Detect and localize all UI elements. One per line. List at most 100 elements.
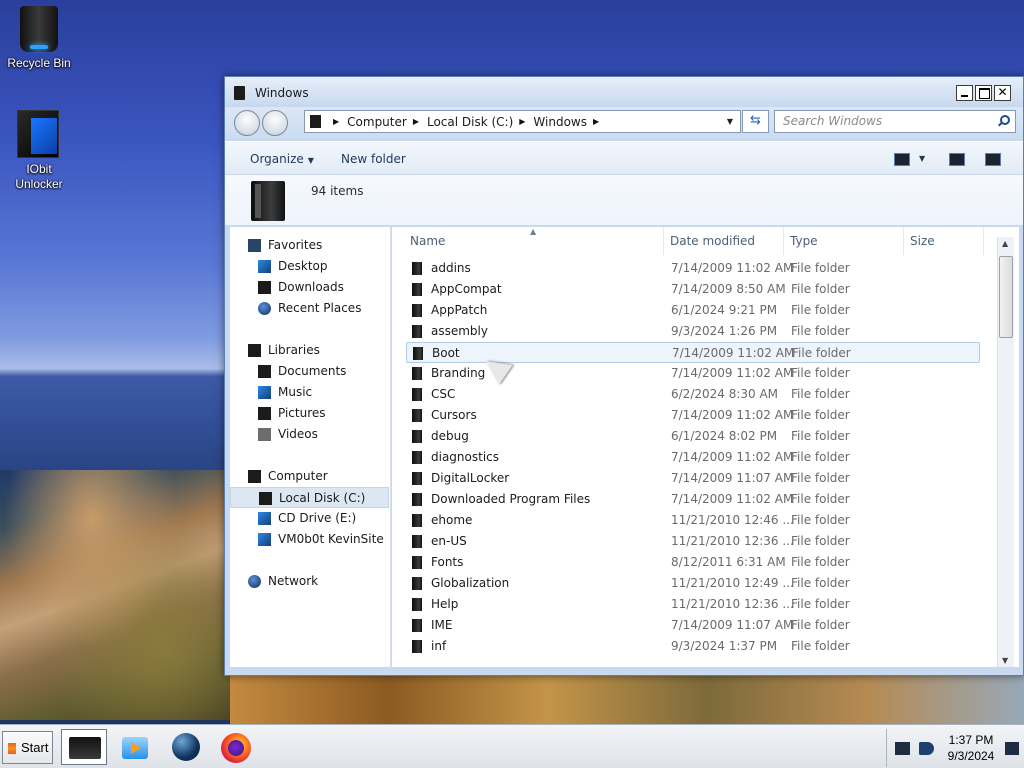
taskbar-internet-explorer[interactable]: [163, 729, 209, 765]
nav-group-label: Computer: [268, 469, 328, 483]
row-type: File folder: [791, 471, 850, 485]
breadcrumb-computer[interactable]: Computer: [347, 115, 407, 129]
nav-item-cd-drive[interactable]: CD Drive (E:): [230, 508, 389, 529]
column-header-size[interactable]: Size: [904, 227, 984, 255]
back-button[interactable]: [234, 110, 260, 136]
table-row[interactable]: addins 7/14/2009 11:02 AM File folder: [406, 258, 980, 279]
preview-pane-icon[interactable]: [949, 153, 965, 166]
table-row[interactable]: CSC 6/2/2024 8:30 AM File folder: [406, 384, 980, 405]
table-row[interactable]: assembly 9/3/2024 1:26 PM File folder: [406, 321, 980, 342]
volume-icon[interactable]: [919, 742, 934, 755]
folder-icon: [412, 304, 422, 317]
nav-item-label: Videos: [278, 427, 318, 441]
table-row[interactable]: debug 6/1/2024 8:02 PM File folder: [406, 426, 980, 447]
row-date-modified: 9/3/2024 1:37 PM: [671, 639, 778, 653]
nav-group-favorites[interactable]: Favorites: [230, 235, 389, 256]
table-row[interactable]: DigitalLocker 7/14/2009 11:07 AM File fold…: [406, 468, 980, 489]
minimize-button[interactable]: [956, 85, 973, 101]
table-row[interactable]: ehome 11/21/2010 12:46 ... File folder: [406, 510, 980, 531]
table-row[interactable]: Downloaded Program Files 7/14/2009 11:02 …: [406, 489, 980, 510]
breadcrumb-chevron-icon[interactable]: ▶: [519, 117, 525, 129]
nav-item-label: Local Disk (C:): [279, 491, 366, 505]
window-titlebar[interactable]: Windows ✕: [225, 77, 1023, 107]
search-input[interactable]: Search Windows: [774, 110, 1016, 133]
row-name: Branding: [431, 366, 486, 380]
forward-button[interactable]: [262, 110, 288, 136]
nav-group-label: Libraries: [268, 343, 320, 357]
table-row[interactable]: diagnostics 7/14/2009 11:02 AM File folder: [406, 447, 980, 468]
table-row[interactable]: IME 7/14/2009 11:07 AM File folder: [406, 615, 980, 636]
row-date-modified: 8/12/2011 6:31 AM: [671, 555, 786, 569]
show-desktop-icon[interactable]: [1005, 742, 1019, 755]
nav-group-libraries[interactable]: Libraries: [230, 340, 389, 361]
table-row[interactable]: Cursors 7/14/2009 11:02 AM File folder: [406, 405, 980, 426]
taskbar-windows-media-player[interactable]: [112, 729, 158, 765]
network-status-icon[interactable]: [895, 742, 910, 755]
row-type: File folder: [791, 324, 850, 338]
desktop-icon-recycle-bin[interactable]: Recycle Bin: [4, 6, 74, 70]
nav-item-local-disk[interactable]: Local Disk (C:): [230, 487, 389, 508]
nav-item-recent-places[interactable]: Recent Places: [230, 298, 389, 319]
nav-item-music[interactable]: Music: [230, 382, 389, 403]
table-row[interactable]: AppPatch 6/1/2024 9:21 PM File folder: [406, 300, 980, 321]
taskbar-windows-explorer[interactable]: [61, 729, 107, 765]
column-header-type[interactable]: Type: [784, 227, 904, 255]
row-type: File folder: [791, 429, 850, 443]
address-bar[interactable]: ▶ Computer ▶ Local Disk (C:) ▶ Windows ▶…: [304, 110, 741, 133]
row-date-modified: 7/14/2009 11:02 AM: [671, 492, 794, 506]
row-name: ehome: [431, 513, 473, 527]
help-icon[interactable]: [985, 153, 1001, 166]
nav-item-downloads[interactable]: Downloads: [230, 277, 389, 298]
cd-drive-icon: [258, 512, 271, 525]
scroll-up-icon[interactable]: ▲: [1002, 239, 1008, 248]
close-button[interactable]: ✕: [994, 85, 1011, 101]
row-date-modified: 11/21/2010 12:46 ...: [671, 513, 794, 527]
search-icon[interactable]: [997, 115, 1010, 127]
table-row[interactable]: Globalization 11/21/2010 12:49 ... File fo…: [406, 573, 980, 594]
table-row[interactable]: inf 9/3/2024 1:37 PM File folder: [406, 636, 980, 657]
start-button[interactable]: Start: [2, 731, 53, 764]
breadcrumb-windows[interactable]: Windows: [533, 115, 587, 129]
row-name: IME: [431, 618, 453, 632]
scroll-down-icon[interactable]: ▼: [1002, 656, 1008, 665]
nav-item-label: Documents: [278, 364, 347, 378]
organize-button[interactable]: Organize ▼: [250, 152, 314, 166]
breadcrumb-chevron-icon[interactable]: ▶: [333, 117, 339, 129]
breadcrumb-chevron-icon[interactable]: ▶: [413, 117, 419, 129]
breadcrumb-chevron-icon[interactable]: ▶: [593, 117, 599, 129]
nav-group-network[interactable]: Network: [230, 571, 389, 592]
nav-item-label: VM0b0t KevinSite: [278, 532, 384, 546]
table-row[interactable]: AppCompat 7/14/2009 8:50 AM File folder: [406, 279, 980, 300]
change-view-icon[interactable]: [894, 153, 910, 166]
taskbar-firefox[interactable]: [213, 729, 259, 765]
nav-group-computer[interactable]: Computer: [230, 466, 389, 487]
table-row[interactable]: en-US 11/21/2010 12:36 ... File folder: [406, 531, 980, 552]
new-folder-button[interactable]: New folder: [341, 152, 406, 166]
chevron-down-icon[interactable]: ▼: [919, 154, 925, 163]
column-header-name[interactable]: Name: [404, 227, 664, 255]
row-date-modified: 11/21/2010 12:49 ...: [671, 576, 794, 590]
table-row[interactable]: Help 11/21/2010 12:36 ... File folder: [406, 594, 980, 615]
desktop-icon-iobit-unlocker[interactable]: IObit Unlocker: [4, 110, 74, 192]
address-dropdown-icon[interactable]: ▼: [727, 117, 733, 126]
pictures-icon: [258, 407, 271, 420]
system-tray: 1:37 PM 9/3/2024: [886, 729, 1024, 767]
nav-item-documents[interactable]: Documents: [230, 361, 389, 382]
breadcrumb-local-disk[interactable]: Local Disk (C:): [427, 115, 513, 129]
row-type: File folder: [791, 576, 850, 590]
details-bar: 94 items: [225, 175, 1023, 225]
maximize-button[interactable]: [975, 85, 992, 101]
nav-item-network-drive[interactable]: VM0b0t KevinSite: [230, 529, 389, 550]
row-type: File folder: [791, 555, 850, 569]
row-type: File folder: [791, 618, 850, 632]
refresh-button[interactable]: ⇆: [742, 110, 769, 133]
vertical-scrollbar[interactable]: ▲ ▼: [997, 237, 1014, 667]
nav-item-videos[interactable]: Videos: [230, 424, 389, 445]
nav-item-label: CD Drive (E:): [278, 511, 357, 525]
table-row[interactable]: Fonts 8/12/2011 6:31 AM File folder: [406, 552, 980, 573]
scrollbar-thumb[interactable]: [999, 256, 1013, 338]
clock[interactable]: 1:37 PM 9/3/2024: [943, 732, 999, 764]
nav-item-desktop[interactable]: Desktop: [230, 256, 389, 277]
nav-item-pictures[interactable]: Pictures: [230, 403, 389, 424]
column-header-date-modified[interactable]: Date modified: [664, 227, 784, 255]
